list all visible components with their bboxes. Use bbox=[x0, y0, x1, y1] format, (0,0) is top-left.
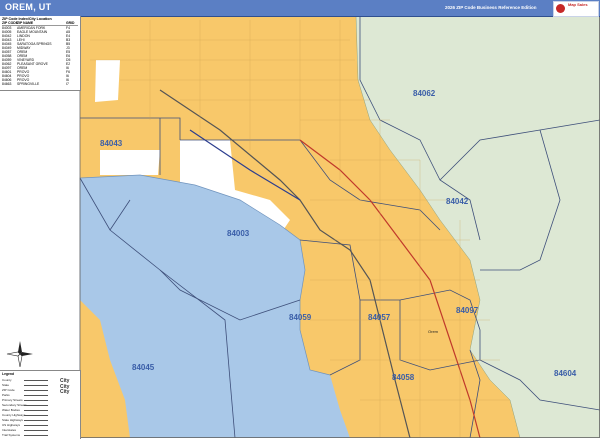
publisher-logo[interactable]: Map Sales bbox=[553, 1, 599, 17]
col-zip-code: ZIP CODE bbox=[2, 21, 18, 25]
legend-item-label: Parks bbox=[2, 393, 10, 397]
zip-label-84604[interactable]: 84604 bbox=[554, 369, 577, 378]
city-sample-3: City bbox=[60, 389, 70, 395]
legend-item-label: US Highways bbox=[2, 423, 21, 427]
zip-label-84003[interactable]: 84003 bbox=[227, 229, 250, 238]
legend-swatch bbox=[24, 390, 48, 391]
title-bar: OREM, UT 2026 ZIP Code Business Referenc… bbox=[0, 0, 600, 17]
legend-item: Primary Streets bbox=[2, 398, 78, 403]
legend-item: Water Bodies bbox=[2, 408, 78, 413]
legend-swatch bbox=[24, 425, 48, 426]
zip-name-cell: SPRINGVILLE bbox=[17, 82, 40, 86]
zip-label-84062[interactable]: 84062 bbox=[413, 89, 436, 98]
open-land bbox=[100, 150, 160, 175]
open-land bbox=[95, 60, 120, 102]
legend-item-label: Primary Streets bbox=[2, 398, 23, 402]
legend-title: Legend bbox=[2, 372, 15, 376]
grid-cell: I7 bbox=[66, 82, 69, 86]
legend-swatch bbox=[24, 385, 48, 386]
legend-item-label: County bbox=[2, 378, 12, 382]
legend-swatch bbox=[24, 380, 48, 381]
zip-label-84042[interactable]: 84042 bbox=[446, 197, 469, 206]
zip-index-row[interactable]: 84663 SPRINGVILLE I7 bbox=[2, 82, 78, 86]
legend-city-sample: City City City bbox=[60, 378, 70, 396]
legend-item-label: Trail Systems bbox=[2, 433, 21, 437]
legend-swatch bbox=[24, 430, 48, 431]
legend-swatch bbox=[24, 420, 48, 421]
legend-item-label: Secondary Streets bbox=[2, 403, 27, 407]
legend-item: Interstates bbox=[2, 428, 78, 433]
legend-item-label: Interstates bbox=[2, 428, 17, 432]
zip-label-84045[interactable]: 84045 bbox=[132, 363, 155, 372]
zip-label-84057[interactable]: 84057 bbox=[368, 313, 391, 322]
zip-index-panel: ZIP Code Index/City Location ZIP CODE ZI… bbox=[0, 16, 81, 91]
zip-label-84059[interactable]: 84059 bbox=[289, 313, 312, 322]
legend-swatch bbox=[24, 405, 48, 406]
legend-item: Trail Systems bbox=[2, 433, 78, 438]
legend-swatch bbox=[24, 435, 48, 436]
legend-item: US Highways bbox=[2, 423, 78, 428]
legend-swatch bbox=[24, 410, 48, 411]
legend-panel: Legend County State ZIP Code Parks Primary S… bbox=[0, 370, 81, 439]
zip-code-cell: 84663 bbox=[2, 82, 12, 86]
city-label-orem[interactable]: Orem bbox=[428, 329, 439, 334]
legend-item: County Highways bbox=[2, 413, 78, 418]
zip-label-84043[interactable]: 84043 bbox=[100, 139, 123, 148]
legend-swatch bbox=[24, 395, 48, 396]
map-title: OREM, UT bbox=[5, 2, 52, 12]
legend-item-label: State Highways bbox=[2, 418, 23, 422]
legend-item: Secondary Streets bbox=[2, 403, 78, 408]
edition-label: 2026 ZIP Code Business Reference Edition bbox=[445, 5, 537, 10]
legend-item-label: State bbox=[2, 383, 10, 387]
map-page: 84062 84043 84042 84003 84059 84057 8409… bbox=[0, 0, 600, 439]
col-zip-name: ZIP NAME bbox=[17, 21, 34, 25]
logo-icon bbox=[556, 4, 565, 13]
legend-item-label: Water Bodies bbox=[2, 408, 20, 412]
zip-label-84097[interactable]: 84097 bbox=[456, 306, 479, 315]
legend-swatch bbox=[24, 400, 48, 401]
logo-text: Map Sales bbox=[568, 2, 588, 7]
legend-item-label: ZIP Code bbox=[2, 388, 15, 392]
map-canvas[interactable]: 84062 84043 84042 84003 84059 84057 8409… bbox=[0, 0, 600, 438]
zip-label-84058[interactable]: 84058 bbox=[392, 373, 415, 382]
compass-rose-icon: N bbox=[6, 341, 33, 368]
legend-item: State Highways bbox=[2, 418, 78, 423]
legend-swatch bbox=[24, 415, 48, 416]
col-grid: GRID bbox=[66, 21, 75, 25]
legend-item-label: County Highways bbox=[2, 413, 26, 417]
